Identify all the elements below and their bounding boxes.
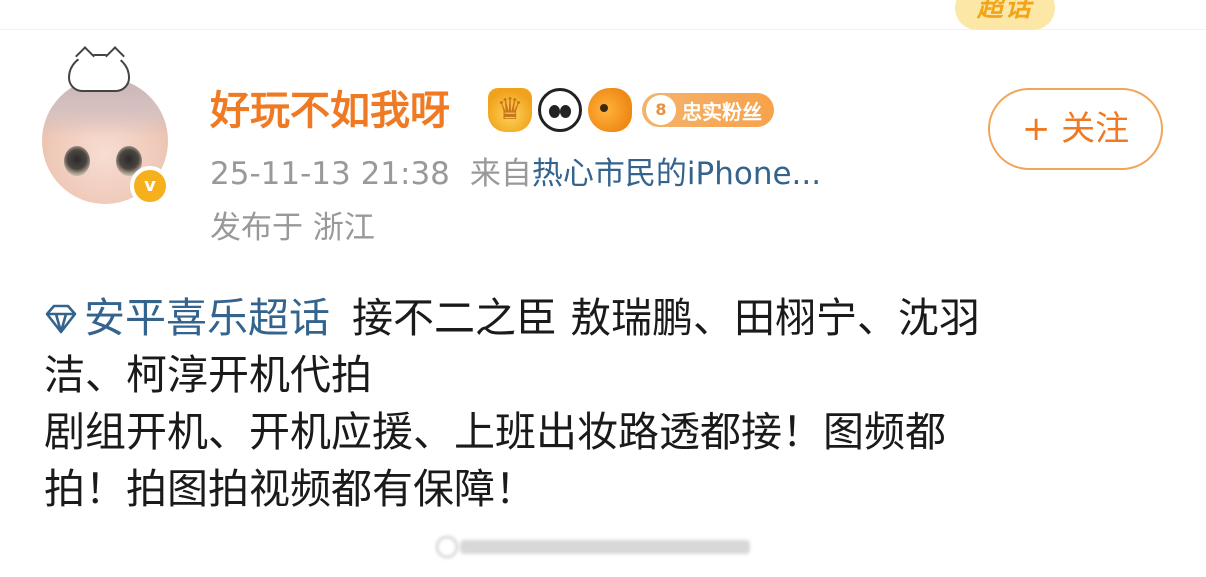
source-device-link[interactable]: 热心市民的iPhone... (532, 156, 821, 192)
weibo-post-card: 超话 v 好玩不如我呀 8 忠实粉丝 25-11-13 21:38 来自热心市民的… (0, 0, 1206, 577)
super-topic-logo[interactable]: 超话 (955, 0, 1055, 30)
post-meta: 25-11-13 21:38 来自热心市民的iPhone... (210, 154, 821, 194)
post-content: 安平喜乐超话 接不二之臣 敖瑞鹏、田栩宁、沈羽 洁、柯淳开机代拍 剧组开机、开机应… (44, 290, 1154, 518)
fan-badge-label: 忠实粉丝 (682, 99, 762, 124)
crown-icon[interactable] (488, 88, 532, 132)
post-line: 剧组开机、开机应援、上班出妆路透都接！图频都 (44, 408, 946, 456)
post-line: 洁、柯淳开机代拍 (44, 351, 372, 399)
fish-icon[interactable] (588, 88, 632, 132)
username[interactable]: 好玩不如我呀 (210, 86, 450, 136)
user-badges: 8 忠实粉丝 (488, 88, 774, 132)
watermark (430, 530, 770, 564)
post-text: 接不二之臣 敖瑞鹏、田栩宁、沈羽 (352, 294, 981, 342)
super-topic-label: 安平喜乐超话 (84, 294, 330, 342)
post-location: 发布于 浙江 (210, 210, 375, 246)
verified-badge-icon: v (130, 166, 170, 206)
avatar-pendant-cat-icon (68, 54, 130, 92)
fan-badge[interactable]: 8 忠实粉丝 (642, 93, 774, 127)
top-strip: 超话 (0, 0, 1206, 30)
diamond-icon (45, 304, 77, 334)
source-prefix: 来自 (469, 156, 532, 192)
post-timestamp[interactable]: 25-11-13 21:38 (210, 156, 450, 192)
super-topic-link[interactable]: 安平喜乐超话 (44, 294, 352, 342)
post-line: 安平喜乐超话 接不二之臣 敖瑞鹏、田栩宁、沈羽 (44, 290, 1154, 347)
post-line: 拍！拍图拍视频都有保障！ (44, 465, 536, 513)
panda-icon[interactable] (538, 88, 582, 132)
fan-badge-level: 8 (646, 95, 676, 125)
follow-button[interactable]: + 关注 (988, 88, 1163, 170)
